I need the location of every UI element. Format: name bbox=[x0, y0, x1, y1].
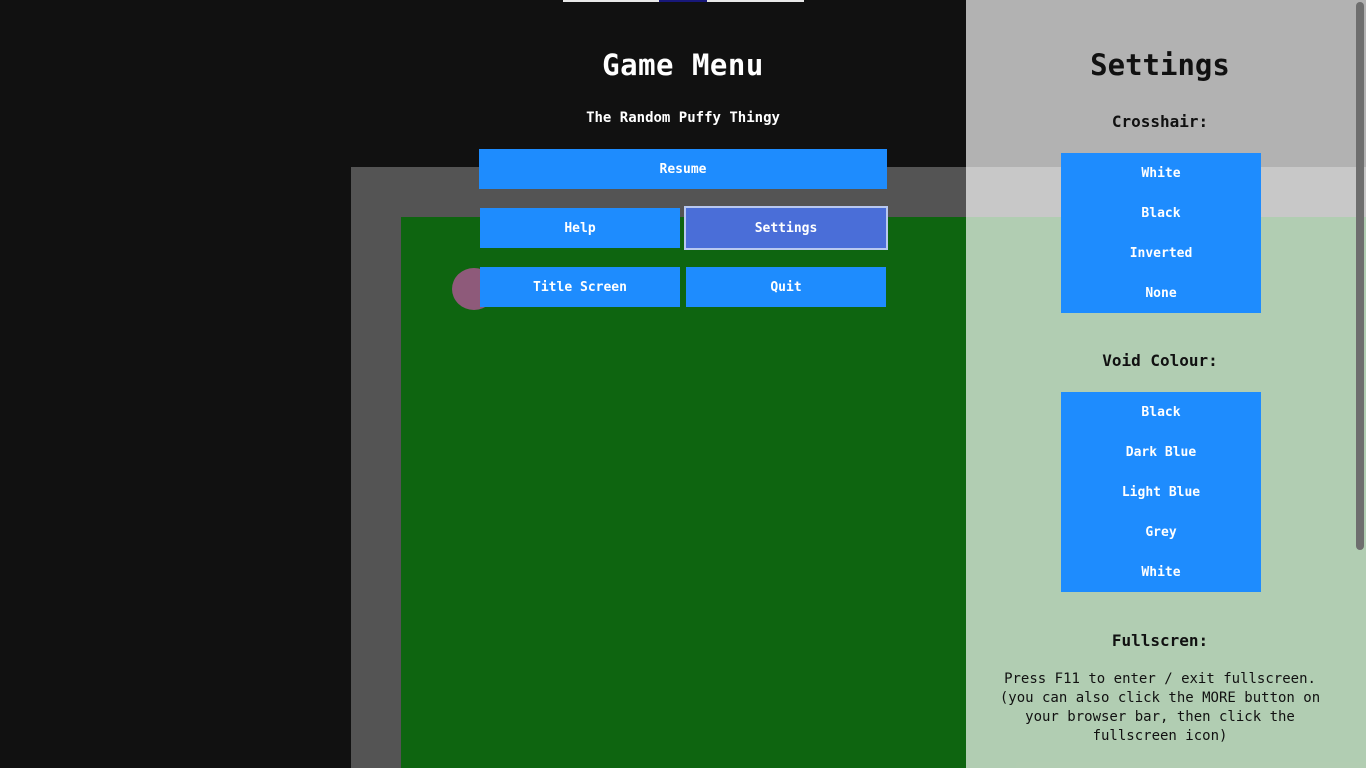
void-colour-option-dark-blue[interactable]: Dark Blue bbox=[1061, 432, 1261, 472]
void-colour-option-grey[interactable]: Grey bbox=[1061, 512, 1261, 552]
game-menu: Game Menu The Random Puffy Thingy Resume… bbox=[479, 0, 888, 320]
game-name: The Random Puffy Thingy bbox=[586, 110, 780, 126]
help-button[interactable]: Help bbox=[480, 208, 680, 248]
crosshair-option-white[interactable]: White bbox=[1061, 153, 1261, 193]
title-screen-button[interactable]: Title Screen bbox=[480, 267, 680, 307]
void-colour-option-white[interactable]: White bbox=[1061, 552, 1261, 592]
crosshair-options: White Black Inverted None bbox=[1061, 153, 1261, 313]
fullscreen-instructions: Press F11 to enter / exit fullscreen. (y… bbox=[999, 671, 1321, 744]
quit-button[interactable]: Quit bbox=[686, 267, 886, 307]
settings-title: Settings bbox=[1090, 48, 1230, 82]
menu-title: Game Menu bbox=[602, 48, 764, 82]
crosshair-option-inverted[interactable]: Inverted bbox=[1061, 233, 1261, 273]
void-colour-option-light-blue[interactable]: Light Blue bbox=[1061, 472, 1261, 512]
crosshair-option-black[interactable]: Black bbox=[1061, 193, 1261, 233]
resume-button[interactable]: Resume bbox=[479, 149, 887, 189]
fullscreen-label: Fullscren: bbox=[1111, 631, 1209, 650]
settings-panel: Settings Crosshair: White Black Inverted… bbox=[966, 0, 1366, 768]
crosshair-label: Crosshair: bbox=[1111, 112, 1209, 131]
settings-button[interactable]: Settings bbox=[684, 206, 888, 250]
void-colour-option-black[interactable]: Black bbox=[1061, 392, 1261, 432]
void-colour-options: Black Dark Blue Light Blue Grey White bbox=[1061, 392, 1261, 592]
settings-scrollbar[interactable] bbox=[1354, 0, 1366, 768]
scrollbar-thumb[interactable] bbox=[1356, 2, 1364, 550]
crosshair-option-none[interactable]: None bbox=[1061, 273, 1261, 313]
void-colour-label: Void Colour: bbox=[1102, 351, 1218, 370]
